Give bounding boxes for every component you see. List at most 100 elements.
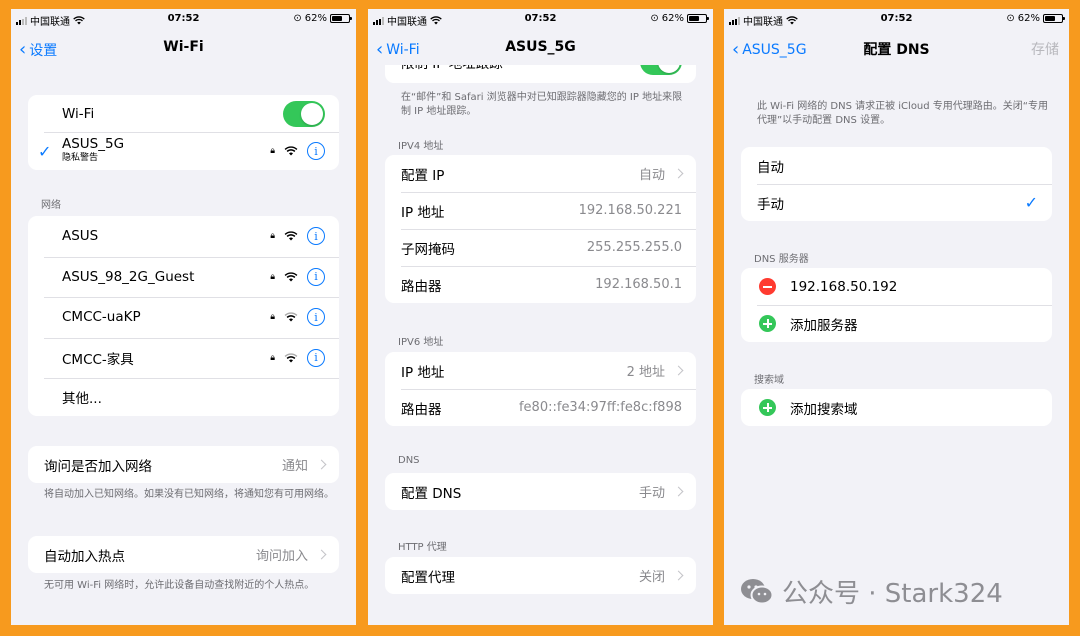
navigation-bar: ‹ 设置 Wi-Fi — [11, 31, 356, 67]
search-domains-header: 搜索域 — [754, 375, 784, 386]
wifi-signal-icon — [284, 272, 298, 282]
privacy-warning-label: 隐私警告 — [62, 153, 99, 163]
info-icon[interactable]: i — [307, 308, 325, 327]
info-icon[interactable]: i — [307, 267, 325, 286]
orientation-lock-icon: ⊙ — [293, 13, 302, 24]
battery-icon — [330, 14, 352, 23]
page-title: ASUS_5G — [505, 39, 576, 55]
network-detail-screen: 限制 IP 地址跟踪 在“邮件”和 Safari 浏览器中对已知跟踪器隐藏您的 … — [368, 9, 713, 625]
configure-ip-row[interactable]: 配置 IP 自动 — [385, 155, 696, 192]
info-icon[interactable]: i — [307, 227, 325, 246]
dns-mode-manual[interactable]: 手动 ✓ — [741, 184, 1052, 221]
dns-server-row[interactable]: 192.168.50.192 — [741, 268, 1052, 305]
search-domains-group: 添加搜索域 — [741, 389, 1052, 426]
add-icon — [759, 315, 776, 332]
wifi-settings-screen: 中国联通 07:52 ⊙ 62% ‹ 设置 Wi-Fi Wi-Fi ✓ ASUS_… — [11, 9, 356, 625]
dns-servers-header: DNS 服务器 — [754, 254, 809, 265]
chevron-right-icon — [673, 365, 684, 376]
battery-percent: 62% — [661, 13, 684, 24]
status-bar: 中国联通 07:52 ⊙ 62% — [724, 9, 1069, 31]
list-item[interactable]: CMCC-家具 🔒︎ i — [28, 337, 339, 379]
list-item[interactable]: ASUS_98_2G_Guest 🔒︎ i — [28, 256, 339, 298]
configure-proxy-row[interactable]: 配置代理 关闭 — [385, 557, 696, 594]
battery-icon — [1043, 14, 1065, 23]
status-bar: 中国联通 07:52 ⊙ 62% — [368, 9, 713, 31]
connected-network-name: ASUS_5G — [62, 136, 125, 152]
other-network-row[interactable]: 其他... — [28, 378, 339, 416]
info-icon[interactable]: i — [307, 348, 325, 367]
wifi-signal-icon — [284, 312, 298, 322]
add-search-domain-row[interactable]: 添加搜索域 — [741, 389, 1052, 426]
navigation-bar: ‹ Wi-Fi ASUS_5G — [368, 31, 713, 65]
lock-icon: 🔒︎ — [270, 146, 275, 156]
page-title: Wi-Fi — [163, 39, 204, 55]
proxy-group: 配置代理 关闭 — [385, 557, 696, 594]
info-icon[interactable]: i — [307, 142, 325, 160]
lock-icon: 🔒︎ — [270, 271, 275, 282]
ask-join-row[interactable]: 询问是否加入网络 通知 — [28, 446, 339, 483]
networks-header: 网络 — [41, 200, 61, 211]
proxy-header: HTTP 代理 — [398, 542, 447, 553]
watermark-text: 公众号 · Stark324 — [782, 579, 1003, 609]
chevron-right-icon — [673, 168, 684, 179]
dns-mode-group: 自动 手动 ✓ — [741, 147, 1052, 221]
watermark: 公众号 · Stark324 — [740, 573, 1003, 610]
ip-address-row: IP 地址 192.168.50.221 — [385, 192, 696, 229]
add-icon — [759, 399, 776, 416]
private-relay-notice: 此 Wi-Fi 网络的 DNS 请求正被 iCloud 专用代理路由。关闭“专用… — [757, 101, 1048, 126]
wifi-label: Wi-Fi — [62, 105, 95, 122]
wifi-group: Wi-Fi ✓ ASUS_5G 隐私警告 🔒︎ i — [28, 95, 339, 170]
wifi-toggle-row: Wi-Fi — [28, 95, 339, 132]
ask-join-value: 通知 — [281, 459, 308, 474]
auto-hotspot-value: 询问加入 — [255, 549, 308, 564]
networks-list: ASUS 🔒︎ i ASUS_98_2G_Guest 🔒︎ i CMCC-uaKP … — [28, 216, 339, 416]
wifi-signal-icon — [284, 146, 298, 156]
lock-icon: 🔒︎ — [270, 352, 275, 363]
wechat-icon — [741, 578, 774, 604]
hotspot-group: 自动加入热点 询问加入 — [28, 536, 339, 573]
ipv6-group: IP 地址 2 地址 路由器 fe80::fe34:97ff:fe8c:f898 — [385, 352, 696, 426]
ask-join-group: 询问是否加入网络 通知 — [28, 446, 339, 483]
router-row: 路由器 192.168.50.1 — [385, 266, 696, 303]
ipv4-header: IPV4 地址 — [398, 141, 444, 152]
subnet-mask-row: 子网掩码 255.255.255.0 — [385, 229, 696, 266]
lock-icon: 🔒︎ — [270, 231, 275, 242]
hotspot-footer: 无可用 Wi-Fi 网络时，允许此设备自动查找附近的个人热点。 — [44, 580, 315, 591]
ipv4-group: 配置 IP 自动 IP 地址 192.168.50.221 子网掩码 255.255.… — [385, 155, 696, 303]
navigation-bar: ‹ ASUS_5G 配置 DNS 存储 — [724, 31, 1069, 67]
chevron-right-icon — [316, 549, 327, 560]
list-item[interactable]: CMCC-uaKP 🔒︎ i — [28, 297, 339, 338]
dns-mode-automatic[interactable]: 自动 — [741, 147, 1052, 184]
wifi-signal-icon — [284, 353, 298, 363]
ipv6-header: IPV6 地址 — [398, 337, 444, 348]
orientation-lock-icon: ⊙ — [650, 13, 659, 24]
wifi-signal-icon — [284, 231, 298, 241]
add-server-row[interactable]: 添加服务器 — [741, 305, 1052, 342]
connected-network-row[interactable]: ✓ ASUS_5G 隐私警告 🔒︎ i — [28, 132, 339, 170]
lock-icon: 🔒︎ — [270, 312, 275, 323]
battery-percent: 62% — [1017, 13, 1040, 24]
battery-percent: 62% — [304, 13, 327, 24]
battery-icon — [687, 14, 709, 23]
chevron-right-icon — [316, 459, 327, 470]
auto-hotspot-row[interactable]: 自动加入热点 询问加入 — [28, 536, 339, 573]
configure-dns-row[interactable]: 配置 DNS 手动 — [385, 473, 696, 510]
orientation-lock-icon: ⊙ — [1006, 13, 1015, 24]
save-button[interactable]: 存储 — [1031, 39, 1059, 59]
dns-group: 配置 DNS 手动 — [385, 473, 696, 510]
checkmark-icon: ✓ — [1024, 193, 1038, 212]
page-title: 配置 DNS — [863, 42, 930, 58]
chevron-right-icon — [673, 486, 684, 497]
ipv6-router-row: 路由器 fe80::fe34:97ff:fe8c:f898 — [385, 389, 696, 426]
configure-dns-screen: 中国联通 07:52 ⊙ 62% ‹ ASUS_5G 配置 DNS 存储 此 Wi… — [724, 9, 1069, 625]
ipv6-address-row[interactable]: IP 地址 2 地址 — [385, 352, 696, 389]
wifi-toggle[interactable] — [283, 100, 325, 127]
ask-join-footer: 将自动加入已知网络。如果没有已知网络，将通知您有可用网络。 — [44, 489, 334, 500]
checkmark-icon: ✓ — [38, 141, 52, 161]
limit-ip-footer: 在“邮件”和 Safari 浏览器中对已知跟踪器隐藏您的 IP 地址来限制 IP… — [401, 92, 683, 117]
status-bar: 中国联通 07:52 ⊙ 62% — [11, 9, 356, 31]
chevron-right-icon — [673, 570, 684, 581]
list-item[interactable]: ASUS 🔒︎ i — [28, 216, 339, 257]
remove-server-icon[interactable] — [759, 278, 776, 295]
dns-header: DNS — [398, 455, 420, 466]
